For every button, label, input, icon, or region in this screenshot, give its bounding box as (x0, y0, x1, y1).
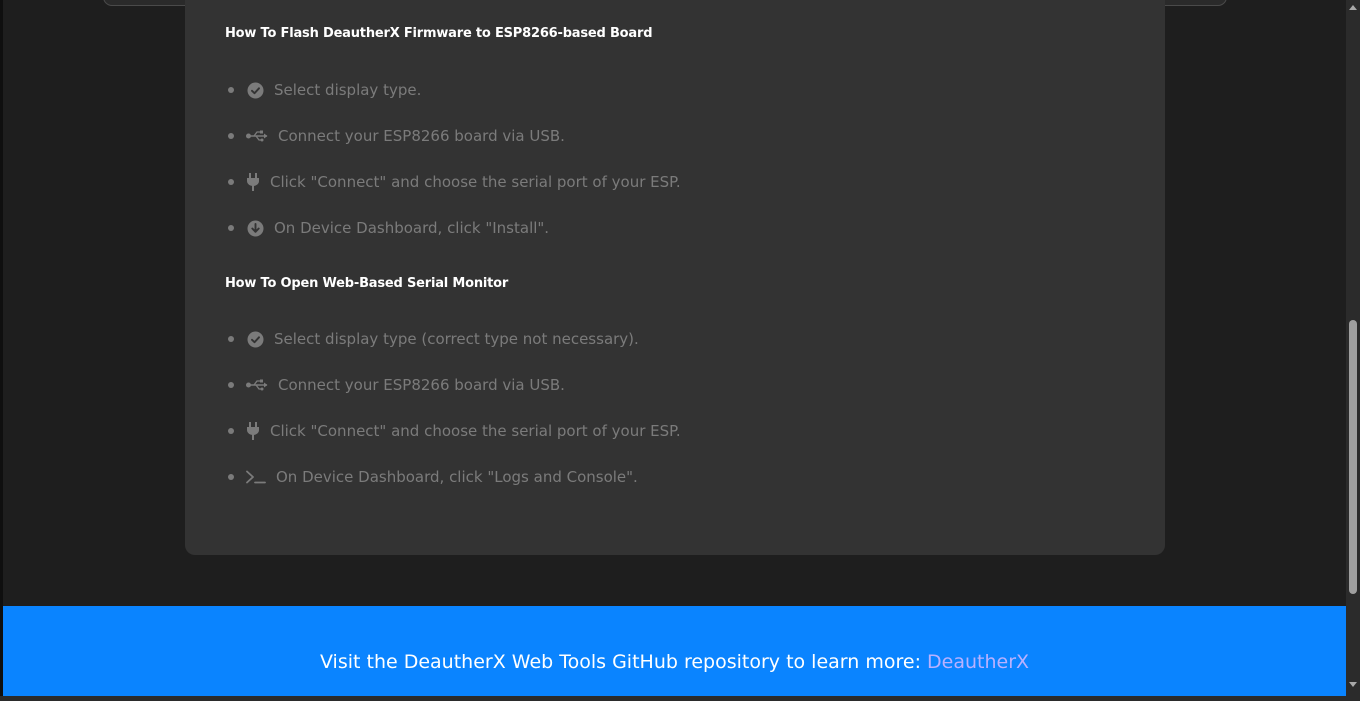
list-item: On Device Dashboard, click "Logs and Con… (225, 454, 681, 500)
step-text: Select display type. (274, 81, 422, 99)
step-text: Click "Connect" and choose the serial po… (270, 173, 681, 191)
list-item: Connect your ESP8266 board via USB. (225, 362, 681, 408)
usb-icon (244, 375, 270, 395)
bullet-icon (228, 87, 234, 93)
serial-monitor-section-heading: How To Open Web-Based Serial Monitor (225, 276, 509, 291)
step-text: On Device Dashboard, click "Logs and Con… (276, 468, 638, 486)
step-text: Select display type (correct type not ne… (274, 330, 639, 348)
footer-banner: Visit the DeautherX Web Tools GitHub rep… (3, 606, 1346, 696)
list-item: Select display type. (225, 67, 681, 113)
serial-monitor-steps-list: Select display type (correct type not ne… (225, 316, 681, 500)
list-item: Connect your ESP8266 board via USB. (225, 113, 681, 159)
terminal-icon (244, 467, 268, 487)
check-circle-icon (244, 329, 266, 349)
list-item: Click "Connect" and choose the serial po… (225, 408, 681, 454)
window-left-edge (0, 0, 3, 701)
github-repo-link[interactable]: DeautherX (927, 651, 1029, 673)
step-text: Connect your ESP8266 board via USB. (278, 127, 565, 145)
check-circle-icon (244, 80, 266, 100)
page-viewport: How To Flash DeautherX Firmware to ESP82… (0, 0, 1360, 701)
bullet-icon (228, 179, 234, 185)
step-text: Connect your ESP8266 board via USB. (278, 376, 565, 394)
scroll-up-arrow-icon[interactable] (1349, 5, 1357, 10)
footer-text: Visit the DeautherX Web Tools GitHub rep… (319, 651, 928, 673)
bullet-icon (228, 225, 234, 231)
usb-icon (244, 126, 270, 146)
bullet-icon (228, 382, 234, 388)
step-text: Click "Connect" and choose the serial po… (270, 422, 681, 440)
step-text: On Device Dashboard, click "Install". (274, 219, 550, 237)
vertical-scrollbar[interactable] (1346, 0, 1360, 701)
list-item: On Device Dashboard, click "Install". (225, 205, 681, 251)
plug-icon (244, 421, 262, 441)
scroll-down-arrow-icon[interactable] (1349, 682, 1357, 687)
list-item: Select display type (correct type not ne… (225, 316, 681, 362)
scrollbar-thumb[interactable] (1349, 320, 1357, 594)
plug-icon (244, 172, 262, 192)
bullet-icon (228, 474, 234, 480)
download-circle-icon (244, 218, 266, 238)
window-bottom-edge (0, 696, 1360, 701)
list-item: Click "Connect" and choose the serial po… (225, 159, 681, 205)
bullet-icon (228, 428, 234, 434)
flash-steps-list: Select display type. Connect your ESP826… (225, 67, 681, 251)
bullet-icon (228, 133, 234, 139)
footer-message: Visit the DeautherX Web Tools GitHub rep… (3, 651, 1346, 673)
bullet-icon (228, 336, 234, 342)
flash-section-heading: How To Flash DeautherX Firmware to ESP82… (225, 26, 653, 41)
